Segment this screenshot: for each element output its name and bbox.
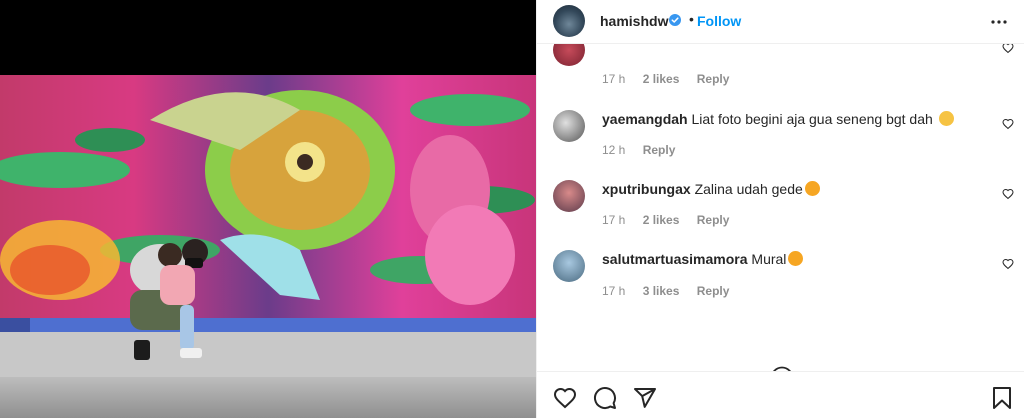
comments-list[interactable]: 17 h 2 likes Reply yaemangdah Liat foto … [537,44,1024,371]
reply-button[interactable]: Reply [643,143,676,157]
more-options-icon[interactable] [990,13,1008,31]
comment-meta: 17 h 2 likes Reply [602,213,743,227]
comment-text: xputribungax Zalina udah gede [602,181,820,197]
reply-button[interactable]: Reply [697,72,730,86]
comment-icon[interactable] [593,386,617,410]
comment-time: 17 h [602,213,626,227]
bookmark-icon[interactable] [990,386,1014,410]
heart-icon[interactable] [1002,188,1014,200]
post-header: hamishdw • Follow [537,0,1024,44]
comment-text: yaemangdah Liat foto begini aja gua sene… [602,111,954,127]
post-actions-bar [537,371,1024,418]
verified-badge-icon [669,14,681,26]
grinning-emoji-icon [938,111,954,126]
mural-photo-image [0,0,536,418]
heart-icon[interactable] [553,386,577,410]
commenter-avatar[interactable] [553,110,585,142]
commenter-avatar[interactable] [553,44,585,66]
comment-meta: 17 h 3 likes Reply [602,284,743,298]
share-icon[interactable] [633,386,657,410]
author-username[interactable]: hamishdw [600,13,668,29]
comment-body: Mural [751,251,787,267]
comment-time: 17 h [602,284,626,298]
commenter-username[interactable]: salutmartuasimamora [602,251,748,267]
comment-meta: 12 h Reply [602,143,689,157]
author-avatar[interactable] [553,5,585,37]
comment-item: yaemangdah Liat foto begini aja gua sene… [537,104,1024,174]
commenter-avatar[interactable] [553,180,585,212]
heart-icon[interactable] [1002,118,1014,130]
commenter-username[interactable]: yaemangdah [602,111,688,127]
follow-button[interactable]: Follow [697,13,741,29]
comment-meta: 17 h 2 likes Reply [602,72,743,86]
post-side-panel: hamishdw • Follow 17 h 2 likes Reply yae… [536,0,1024,418]
comment-text: salutmartuasimamora Mural [602,251,804,267]
comment-item: 17 h 2 likes Reply [537,44,1024,86]
reply-button[interactable]: Reply [697,284,730,298]
reply-button[interactable]: Reply [697,213,730,227]
heart-icon[interactable] [1002,258,1014,270]
comment-body: Liat foto begini aja gua seneng bgt dah [691,111,933,127]
star-struck-emoji-icon [804,181,820,196]
star-struck-emoji-icon [788,251,804,266]
comment-likes[interactable]: 2 likes [643,213,680,227]
comment-time: 12 h [602,143,626,157]
comment-item: xputribungax Zalina udah gede 17 h 2 lik… [537,174,1024,244]
comment-item: salutmartuasimamora Mural 17 h 3 likes R… [537,244,1024,314]
comment-likes[interactable]: 2 likes [643,72,680,86]
comment-time: 17 h [602,72,626,86]
post-photo[interactable] [0,0,536,418]
heart-icon[interactable] [1002,44,1014,54]
header-separator: • [689,11,694,27]
comment-likes[interactable]: 3 likes [643,284,680,298]
comment-body: Zalina udah gede [694,181,803,197]
commenter-avatar[interactable] [553,250,585,282]
commenter-username[interactable]: xputribungax [602,181,691,197]
